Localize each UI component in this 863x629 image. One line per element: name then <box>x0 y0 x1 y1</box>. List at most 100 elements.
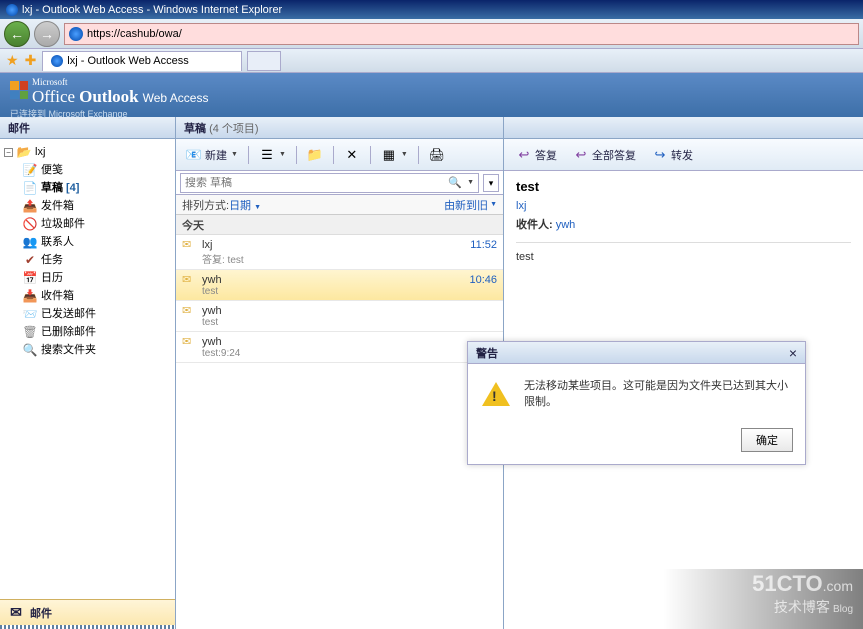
collapse-icon[interactable]: − <box>4 148 13 157</box>
search-scope-dropdown[interactable]: ▼ <box>467 179 474 186</box>
message-from: lxj <box>516 200 851 212</box>
message-item[interactable]: ✉ywh test:9:24 <box>176 332 503 363</box>
delete-button[interactable]: ✕ <box>338 144 366 166</box>
forward-button[interactable]: → <box>34 21 60 47</box>
search-folder-icon: 🔍 <box>22 342 38 358</box>
ie-icon <box>51 55 63 67</box>
print-icon: 🖨 <box>429 147 445 163</box>
sidebar-item-outbox[interactable]: 📤发件箱 <box>20 197 173 215</box>
sort-row: 排列方式: 日期 ▼ 由新到旧 ▼ <box>176 195 503 215</box>
group-header-today: 今天 <box>176 215 503 235</box>
message-to-row: 收件人: ywh <box>516 216 851 232</box>
warning-icon <box>480 378 512 410</box>
dropdown-arrow-icon: ▼ <box>279 151 286 158</box>
new-button[interactable]: 📧新建▼ <box>180 144 244 166</box>
note-icon: 📝 <box>22 162 38 178</box>
sidebar-item-inbox[interactable]: 📥收件箱 <box>20 287 173 305</box>
ie-icon <box>6 4 18 16</box>
new-icon: 📧 <box>186 147 202 163</box>
message-body: test <box>516 242 851 263</box>
sidebar-item-calendar[interactable]: 📅日历 <box>20 269 173 287</box>
search-box[interactable]: 🔍 ▼ <box>180 173 479 193</box>
list-header: 草稿 (4 个项目) <box>176 117 503 139</box>
print-button[interactable]: 🖨 <box>423 144 451 166</box>
back-button[interactable]: ← <box>4 21 30 47</box>
message-to: ywh <box>556 219 576 231</box>
sort-direction-link[interactable]: 由新到旧 ▼ <box>444 197 497 213</box>
dropdown-arrow-icon: ▼ <box>231 151 238 158</box>
tasks-icon: ✔ <box>22 252 38 268</box>
trash-icon: 🗑 <box>22 324 38 340</box>
office-logo-icon <box>10 81 28 99</box>
brand-webaccess: Web Access <box>143 91 209 105</box>
add-favorite-icon[interactable]: ✚ <box>25 52 37 69</box>
mail-icon: ✉ <box>8 605 24 621</box>
envelope-icon: ✉ <box>182 238 198 251</box>
alert-title: 警告 <box>476 345 498 361</box>
reply-all-button[interactable]: ↩全部答复 <box>567 144 642 166</box>
reading-toolbar: ↩答复 ↩全部答复 ↪转发 <box>504 139 863 171</box>
delete-icon: ✕ <box>344 147 360 163</box>
dropdown-arrow-icon: ▼ <box>401 151 408 158</box>
outbox-icon: 📤 <box>22 198 38 214</box>
new-tab-button[interactable] <box>247 51 281 71</box>
folder-sidebar: 邮件 − 📂 lxj 📝便笺 📄草稿 [4] 📤发件箱 🚫垃圾邮件 👥联系人 ✔… <box>0 117 176 629</box>
ie-icon <box>69 27 83 41</box>
sidebar-item-notes[interactable]: 📝便笺 <box>20 161 173 179</box>
url-input[interactable] <box>87 28 854 40</box>
sidebar-item-sent[interactable]: 📨已发送邮件 <box>20 305 173 323</box>
sent-icon: 📨 <box>22 306 38 322</box>
browser-titlebar: lxj - Outlook Web Access - Windows Inter… <box>0 0 863 19</box>
message-item[interactable]: ✉ywh test <box>176 301 503 332</box>
browser-favorites-bar: ★ ✚ lxj - Outlook Web Access <box>0 49 863 73</box>
sidebar-item-drafts[interactable]: 📄草稿 [4] <box>20 179 173 197</box>
view-button[interactable]: ☰▼ <box>253 144 292 166</box>
sidebar-item-junk[interactable]: 🚫垃圾邮件 <box>20 215 173 233</box>
sidebar-nav-mail[interactable]: ✉ 邮件 <box>0 599 175 625</box>
favorites-icon[interactable]: ★ <box>6 52 19 69</box>
message-list-pane: 草稿 (4 个项目) 📧新建▼ ☰▼ 📁 ✕ ▦▼ 🖨 🔍 ▼ ▾ 排列方式 <box>176 117 504 629</box>
brand-microsoft: Microsoft <box>32 77 68 87</box>
ok-button[interactable]: 确定 <box>741 428 793 452</box>
move-button[interactable]: 📁 <box>301 144 329 166</box>
move-icon: 📁 <box>307 147 323 163</box>
alert-titlebar: 警告 × <box>468 342 805 364</box>
envelope-icon: ✉ <box>182 304 198 317</box>
brand-office: Office <box>32 87 75 107</box>
reading-body: test lxj 收件人: ywh test <box>504 171 863 271</box>
alert-message: 无法移动某些项目。这可能是因为文件夹已达到其大小限制。 <box>524 378 793 410</box>
tree-root[interactable]: − 📂 lxj <box>2 143 173 161</box>
view-icon: ☰ <box>259 147 275 163</box>
search-row: 🔍 ▼ ▾ <box>176 171 503 195</box>
brand-subtitle: 已连接到 Microsoft Exchange <box>10 107 853 120</box>
reply-icon: ↩ <box>516 147 532 163</box>
address-bar[interactable] <box>64 23 859 45</box>
categorize-button[interactable]: ▦▼ <box>375 144 414 166</box>
advanced-search-toggle[interactable]: ▾ <box>483 174 499 192</box>
root-label: lxj <box>35 144 45 160</box>
forward-button[interactable]: ↪转发 <box>646 144 699 166</box>
sort-by-link[interactable]: 日期 ▼ <box>229 197 261 213</box>
resize-handle[interactable] <box>0 625 175 629</box>
reply-button[interactable]: ↩答复 <box>510 144 563 166</box>
owa-header: Microsoft Office Outlook Web Access 已连接到… <box>0 73 863 117</box>
folder-tree: − 📂 lxj 📝便笺 📄草稿 [4] 📤发件箱 🚫垃圾邮件 👥联系人 ✔任务 … <box>0 139 175 599</box>
browser-tab[interactable]: lxj - Outlook Web Access <box>42 51 242 71</box>
close-icon[interactable]: × <box>789 345 797 361</box>
category-icon: ▦ <box>381 147 397 163</box>
sidebar-item-deleted[interactable]: 🗑已删除邮件 <box>20 323 173 341</box>
search-icon[interactable]: 🔍 <box>448 176 466 189</box>
forward-icon: ↪ <box>652 147 668 163</box>
message-item[interactable]: ✉ywh10:46 test <box>176 270 503 301</box>
tab-title: lxj - Outlook Web Access <box>67 55 188 67</box>
inbox-icon: 📥 <box>22 288 38 304</box>
window-title: lxj - Outlook Web Access - Windows Inter… <box>22 4 282 16</box>
message-item[interactable]: ✉lxj11:52 答复: test <box>176 235 503 270</box>
contacts-icon: 👥 <box>22 234 38 250</box>
sidebar-item-tasks[interactable]: ✔任务 <box>20 251 173 269</box>
brand-outlook: Outlook <box>79 87 139 107</box>
search-input[interactable] <box>185 177 448 189</box>
sidebar-item-search-folders[interactable]: 🔍搜索文件夹 <box>20 341 173 359</box>
browser-nav: ← → <box>0 19 863 49</box>
sidebar-item-contacts[interactable]: 👥联系人 <box>20 233 173 251</box>
